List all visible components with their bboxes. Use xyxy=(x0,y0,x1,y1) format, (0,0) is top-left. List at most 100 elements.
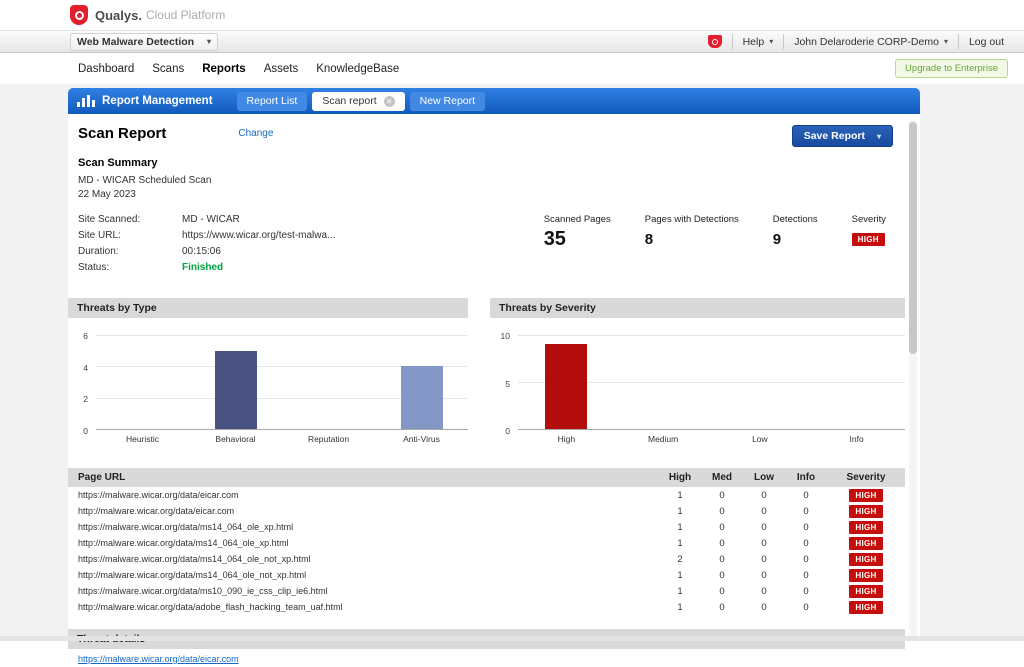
user-label: John Delaroderie CORP-Demo xyxy=(794,36,939,48)
save-report-button[interactable]: Save Report ▾ xyxy=(792,125,893,147)
y-tick-label: 0 xyxy=(490,426,510,436)
qualys-q-mark xyxy=(75,11,84,20)
stat-scanned-pages: Scanned Pages 35 xyxy=(544,214,611,251)
column-header-high: High xyxy=(659,472,701,483)
column-header-severity: Severity xyxy=(827,472,905,483)
info-count: 0 xyxy=(785,522,827,533)
table-row: http://malware.wicar.org/data/adobe_flas… xyxy=(68,599,905,615)
close-tab-icon[interactable]: ✕ xyxy=(384,96,395,107)
low-count: 0 xyxy=(743,506,785,517)
page-url-link[interactable]: http://malware.wicar.org/data/ms14_064_o… xyxy=(68,538,659,548)
user-menu[interactable]: John Delaroderie CORP-Demo ▾ xyxy=(783,34,958,49)
pages-table-header: Page URL High Med Low Info Severity xyxy=(68,468,905,487)
table-row: https://malware.wicar.org/data/ms14_064_… xyxy=(68,551,905,567)
change-link[interactable]: Change xyxy=(238,128,273,139)
severity-badge: HIGH xyxy=(849,505,882,518)
page-url-link[interactable]: http://malware.wicar.org/data/eicar.com xyxy=(68,506,659,516)
stat-severity: Severity HIGH xyxy=(852,214,886,246)
threats-by-severity-chart: Threats by Severity 0510 HighMediumLowIn… xyxy=(490,298,905,444)
bar-slot xyxy=(518,335,615,429)
logout-button[interactable]: Log out xyxy=(958,34,1014,49)
severity-cell: HIGH xyxy=(827,553,905,566)
pages-table: Page URL High Med Low Info Severity http… xyxy=(68,468,905,615)
pages-table-body: https://malware.wicar.org/data/eicar.com… xyxy=(68,487,905,615)
bottom-edge xyxy=(0,636,1024,641)
help-menu[interactable]: Help ▾ xyxy=(732,34,784,49)
y-tick-label: 5 xyxy=(490,379,510,389)
upgrade-to-enterprise-button[interactable]: Upgrade to Enterprise xyxy=(895,59,1008,78)
page-url-link[interactable]: http://malware.wicar.org/data/ms14_064_o… xyxy=(68,570,659,580)
bar-anti-virus xyxy=(401,366,443,429)
field-site-url: Site URL: https://www.wicar.org/test-mal… xyxy=(78,230,335,241)
stat-label: Severity xyxy=(852,214,886,225)
bar-slot xyxy=(615,335,712,429)
field-label: Site URL: xyxy=(78,230,182,241)
module-select[interactable]: Web Malware Detection ▾ xyxy=(70,33,218,51)
plot-area xyxy=(518,335,905,430)
tab-scan-report[interactable]: Scan report ✕ xyxy=(312,92,404,111)
info-count: 0 xyxy=(785,554,827,565)
scan-fields: Site Scanned: MD - WICAR Site URL: https… xyxy=(78,214,335,278)
x-tick-label: High xyxy=(518,434,615,444)
chart-title: Threats by Type xyxy=(68,298,468,318)
content-region: Report Management Report List Scan repor… xyxy=(0,84,1024,641)
vertical-scrollbar[interactable] xyxy=(909,120,917,639)
table-row: http://malware.wicar.org/data/ms14_064_o… xyxy=(68,535,905,551)
severity-cell: HIGH xyxy=(827,537,905,550)
field-site-scanned: Site Scanned: MD - WICAR xyxy=(78,214,335,225)
nav-item-knowledgebase[interactable]: KnowledgeBase xyxy=(316,63,399,75)
field-value: 00:15:06 xyxy=(182,246,221,257)
low-count: 0 xyxy=(743,538,785,549)
notifications-button[interactable] xyxy=(698,34,732,49)
high-count: 1 xyxy=(659,522,701,533)
severity-cell: HIGH xyxy=(827,489,905,502)
x-labels: HighMediumLowInfo xyxy=(518,434,905,444)
table-row: https://malware.wicar.org/data/eicar.com… xyxy=(68,487,905,503)
table-row: http://malware.wicar.org/data/eicar.com1… xyxy=(68,503,905,519)
chevron-down-icon: ▾ xyxy=(877,132,881,141)
page-url-link[interactable]: https://malware.wicar.org/data/eicar.com xyxy=(68,490,659,500)
plot-area xyxy=(96,335,468,430)
low-count: 0 xyxy=(743,554,785,565)
plot-wrap: 0510 xyxy=(490,335,905,430)
nav-item-dashboard[interactable]: Dashboard xyxy=(78,63,134,75)
field-label: Site Scanned: xyxy=(78,214,182,225)
bar-behavioral xyxy=(215,351,257,429)
table-row: https://malware.wicar.org/data/ms10_090_… xyxy=(68,583,905,599)
tab-label: Scan report xyxy=(322,95,376,107)
nav-item-assets[interactable]: Assets xyxy=(264,63,299,75)
tab-report-list[interactable]: Report List xyxy=(237,92,308,111)
info-count: 0 xyxy=(785,506,827,517)
page-url-link[interactable]: http://malware.wicar.org/data/adobe_flas… xyxy=(68,602,659,612)
threat-detail-link[interactable]: https://malware.wicar.org/data/eicar.com xyxy=(78,654,239,664)
x-tick-label: Heuristic xyxy=(96,434,189,444)
nav-item-reports[interactable]: Reports xyxy=(202,63,245,75)
tab-new-report[interactable]: New Report xyxy=(410,92,485,111)
table-row: https://malware.wicar.org/data/ms14_064_… xyxy=(68,519,905,535)
nav-item-scans[interactable]: Scans xyxy=(152,63,184,75)
stat-value: 8 xyxy=(645,231,653,248)
module-select-label: Web Malware Detection xyxy=(77,36,194,48)
column-header-info: Info xyxy=(785,472,827,483)
chevron-down-icon: ▾ xyxy=(769,37,773,46)
med-count: 0 xyxy=(701,522,743,533)
scrollbar-thumb[interactable] xyxy=(909,122,917,354)
tab-label: New Report xyxy=(420,95,475,107)
field-label: Duration: xyxy=(78,246,182,257)
bar-chart-icon xyxy=(77,95,95,107)
logout-label: Log out xyxy=(969,36,1004,48)
brand-name: Qualys. xyxy=(95,8,142,23)
scan-name: MD - WICAR Scheduled Scan xyxy=(78,174,920,188)
severity-badge: HIGH xyxy=(849,569,882,582)
scan-date: 22 May 2023 xyxy=(78,188,920,202)
stat-pages-with-detections: Pages with Detections 8 xyxy=(645,214,739,248)
page-url-link[interactable]: https://malware.wicar.org/data/ms14_064_… xyxy=(68,554,659,564)
page-url-link[interactable]: https://malware.wicar.org/data/ms14_064_… xyxy=(68,522,659,532)
threats-by-type-chart: Threats by Type 0246 HeuristicBehavioral… xyxy=(68,298,468,444)
page-url-link[interactable]: https://malware.wicar.org/data/ms10_090_… xyxy=(68,586,659,596)
field-value: MD - WICAR xyxy=(182,214,240,225)
severity-cell: HIGH xyxy=(827,569,905,582)
high-count: 1 xyxy=(659,602,701,613)
bar-slot xyxy=(189,335,282,429)
info-count: 0 xyxy=(785,538,827,549)
